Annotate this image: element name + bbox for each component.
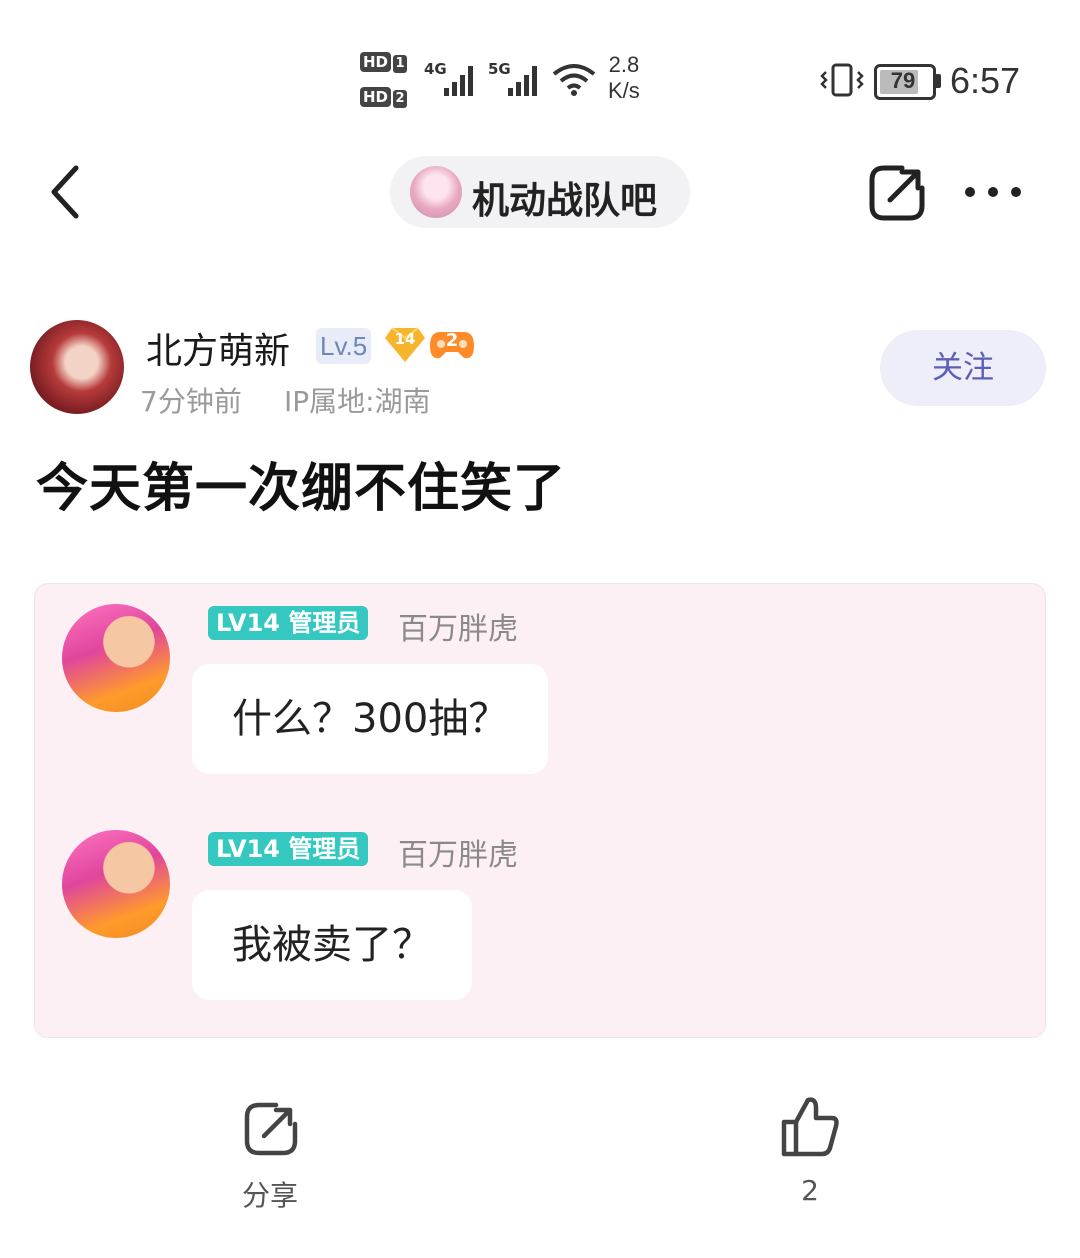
vibrate-icon	[820, 63, 864, 97]
like-count: 2	[801, 1174, 819, 1207]
chat-username: 百万胖虎	[398, 612, 518, 647]
network-speed: 2.8 K/s	[608, 52, 640, 104]
hd1-indicator: HD 1	[360, 52, 408, 73]
hd2-badge: HD	[360, 87, 392, 107]
post-title: 今天第一次绷不住笑了	[36, 459, 567, 519]
chat-bubble: 我被卖了？	[192, 890, 472, 1000]
clock: 6:57	[950, 60, 1021, 101]
forum-avatar	[410, 166, 462, 218]
chat-avatar	[62, 604, 170, 712]
chat-avatar	[62, 830, 170, 938]
gem-level-text: 14	[394, 330, 416, 348]
chat-bubble: 什么？300抽？	[192, 664, 549, 774]
wifi-icon	[552, 64, 596, 96]
post-time: 7分钟前	[140, 385, 242, 418]
battery-icon: 79	[874, 64, 941, 100]
chevron-left-icon	[51, 165, 79, 219]
speed-value: 2.8	[608, 52, 640, 77]
battery-level: 79	[890, 68, 916, 93]
chat-username: 百万胖虎	[398, 838, 518, 873]
admin-tag: LV14 管理员	[208, 606, 369, 640]
like-action[interactable]: 2	[750, 1090, 870, 1220]
signal-icon	[444, 66, 473, 96]
forum-title: 机动战队吧	[472, 179, 657, 222]
speed-unit: K/s	[608, 78, 640, 103]
share-header-button[interactable]	[866, 162, 928, 224]
hd1-badge: HD	[360, 52, 392, 72]
author-avatar[interactable]	[30, 320, 124, 414]
game-badge: 2	[430, 328, 474, 366]
share-icon	[869, 165, 925, 221]
ip-location: IP属地:湖南	[284, 385, 431, 418]
hd1-num: 1	[393, 55, 408, 73]
level-badge: Lv.5	[316, 328, 372, 364]
thumbs-up-icon	[781, 1097, 839, 1157]
author-name[interactable]: 北方萌新	[146, 322, 290, 374]
admin-tag: LV14 管理员	[208, 832, 369, 866]
follow-button[interactable]: 关注	[880, 330, 1046, 406]
more-button[interactable]	[960, 176, 1026, 210]
post-image[interactable]	[34, 583, 1046, 1038]
share-label: 分享	[241, 1179, 298, 1212]
share-icon	[244, 1102, 298, 1156]
game-badge-text: 2	[445, 330, 459, 351]
share-action[interactable]: 分享	[210, 1094, 330, 1224]
gem-badge: 14	[384, 326, 426, 368]
status-bar: HD 1 HD 2 4G 5G 2.8 K/s 79 6:57	[0, 40, 1080, 120]
signal-icon-2	[508, 66, 537, 96]
hd2-indicator: HD 2	[360, 87, 408, 108]
hd2-num: 2	[393, 90, 408, 108]
more-icon	[965, 187, 1021, 197]
back-button[interactable]	[40, 160, 100, 224]
